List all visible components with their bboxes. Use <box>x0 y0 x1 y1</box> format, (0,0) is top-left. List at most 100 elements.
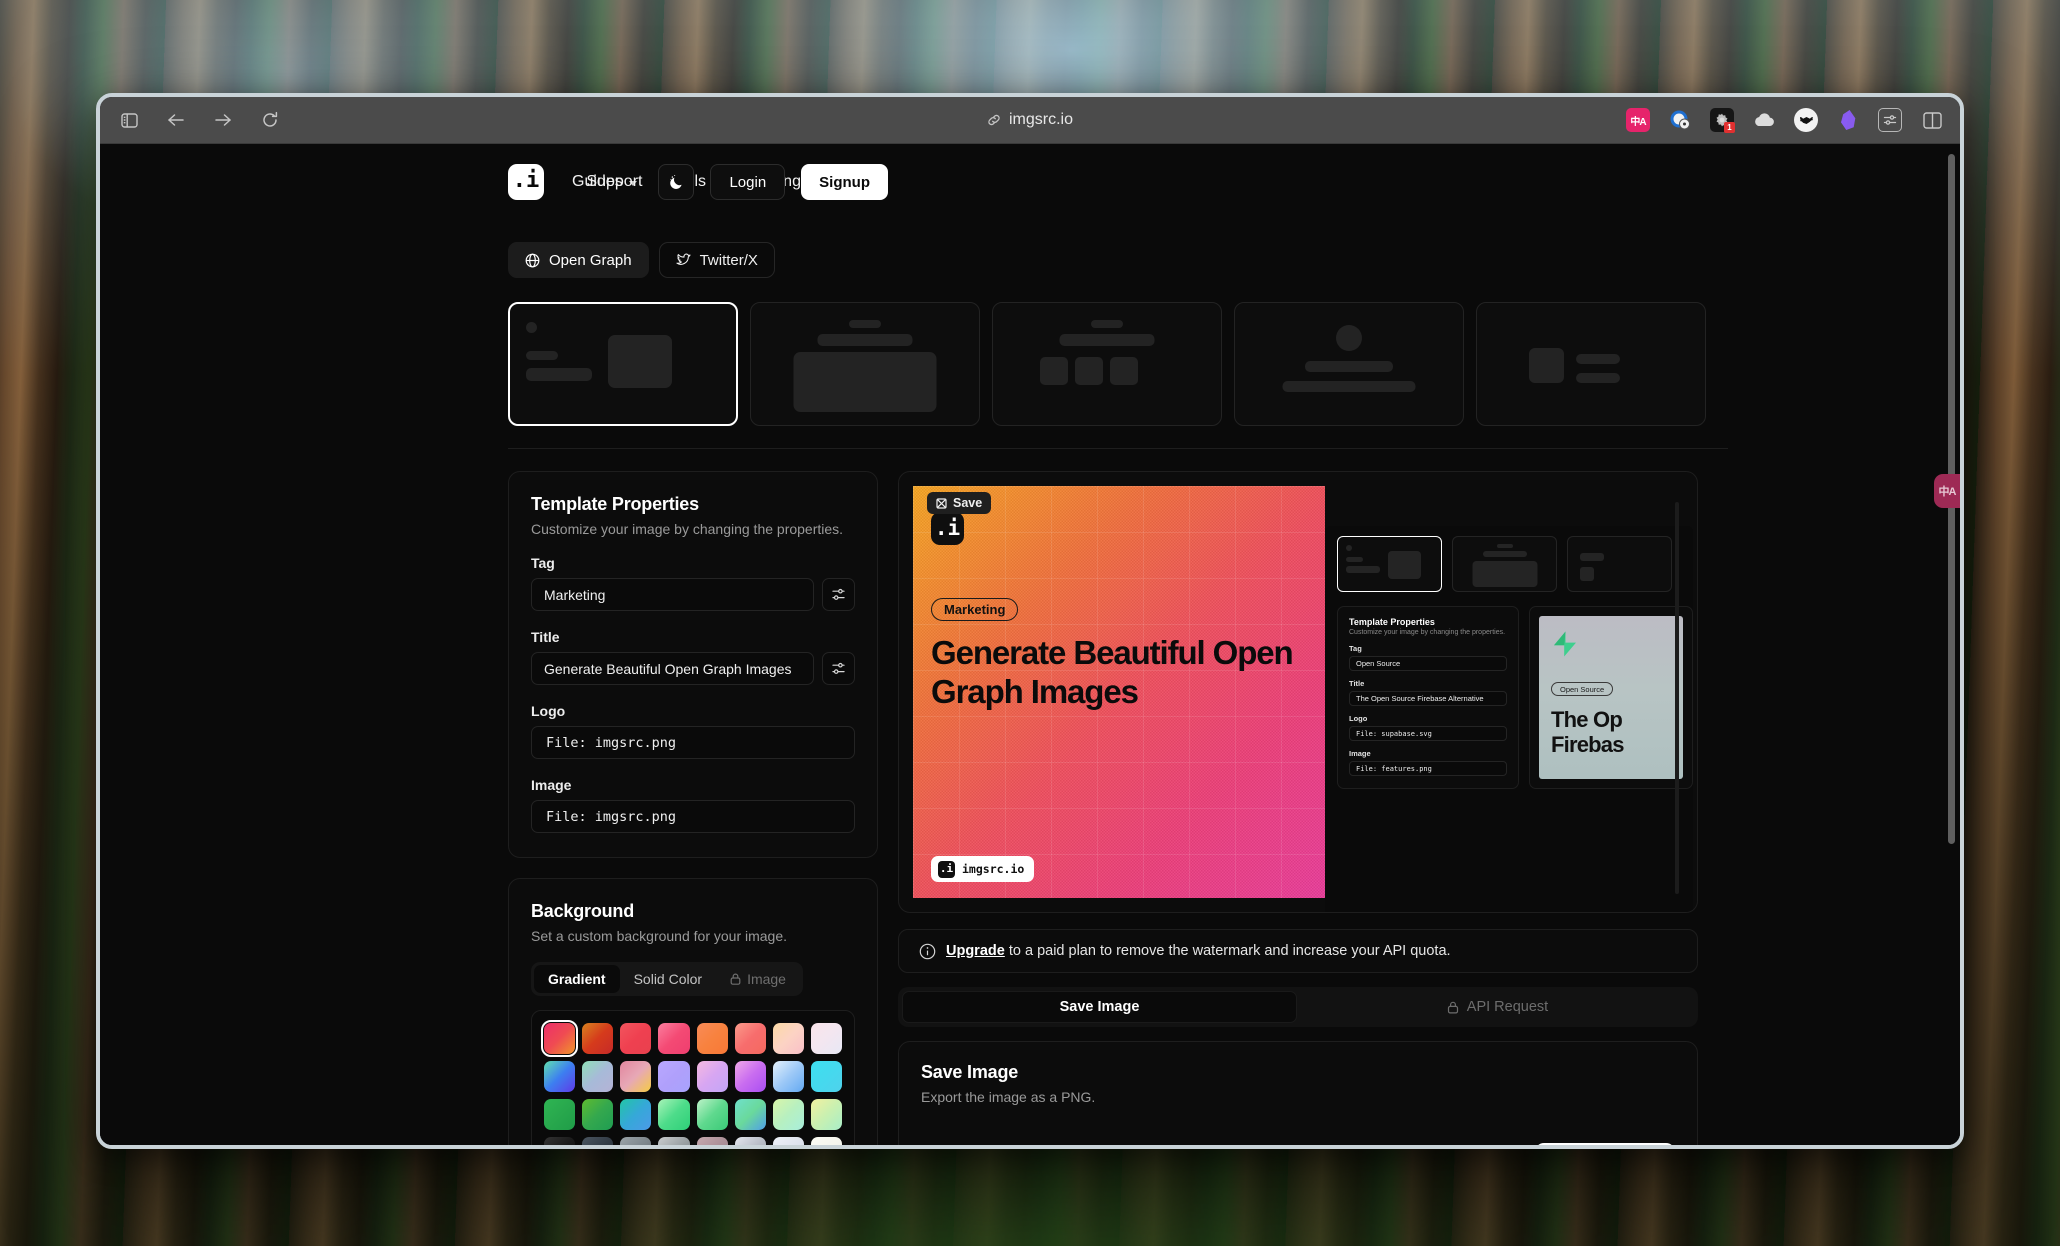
title-settings-icon[interactable] <box>822 652 855 685</box>
sidebar-toggle-icon[interactable] <box>116 107 142 133</box>
editor-layout: Template Properties Customize your image… <box>508 471 1728 1145</box>
sliders-extension-icon[interactable] <box>1878 108 1902 132</box>
login-button[interactable]: Login <box>710 164 786 200</box>
gradient-swatch[interactable] <box>810 1061 842 1093</box>
extension-badge-count: 1 <box>1724 122 1735 133</box>
og-image-preview[interactable]: Save .i Marketing Generate Beautiful Ope… <box>913 486 1325 898</box>
template-thumb-4[interactable] <box>1234 302 1464 426</box>
image-icon <box>936 497 947 509</box>
upgrade-link[interactable]: Upgrade <box>946 943 1005 959</box>
gradient-swatch[interactable] <box>540 1019 579 1058</box>
nested-label-logo: Logo <box>1349 714 1368 723</box>
template-thumb-1[interactable] <box>508 302 738 426</box>
translate-side-tab[interactable]: 中A <box>1934 474 1960 508</box>
nested-label-image: Image <box>1349 749 1371 758</box>
signup-button[interactable]: Signup <box>801 164 888 200</box>
lock-icon <box>730 973 741 985</box>
save-badge[interactable]: Save <box>927 492 992 514</box>
nested-template-thumb-3 <box>1567 536 1672 592</box>
watermark-text: imgsrc.io <box>962 862 1025 876</box>
gradient-swatch[interactable] <box>658 1023 690 1055</box>
gradient-swatch[interactable] <box>810 1137 842 1145</box>
site-logo[interactable]: .i <box>508 164 544 200</box>
supabase-title-line2: Firebas <box>1551 731 1624 757</box>
tab-label: Twitter/X <box>699 251 758 269</box>
page-content: Open Graph Twitter/X Template Properties… <box>100 242 1960 1145</box>
gradient-swatch[interactable] <box>658 1099 690 1131</box>
settings-extension-icon[interactable]: 1 <box>1710 108 1735 133</box>
gradient-swatch[interactable] <box>582 1061 614 1093</box>
gradient-swatch[interactable] <box>544 1137 576 1145</box>
back-icon[interactable] <box>163 107 189 133</box>
gradient-swatch[interactable] <box>734 1099 766 1131</box>
gradient-swatch[interactable] <box>734 1137 766 1145</box>
og-tag-pill: Marketing <box>931 598 1019 621</box>
obsidian-extension-icon[interactable] <box>1836 108 1860 132</box>
upgrade-text: Upgrade to a paid plan to remove the wat… <box>946 943 1451 959</box>
gradient-swatch[interactable] <box>544 1099 576 1131</box>
field-label-image: Image <box>531 777 572 793</box>
save-badge-label: Save <box>953 496 983 510</box>
gradient-swatch[interactable] <box>696 1023 728 1055</box>
gradient-swatch[interactable] <box>582 1099 614 1131</box>
background-subtitle: Set a custom background for your image. <box>531 928 788 944</box>
segment-solid-color[interactable]: Solid Color <box>620 965 716 993</box>
save-image-button[interactable]: Save Image <box>1535 1143 1675 1145</box>
theme-toggle-button[interactable] <box>658 164 695 200</box>
gradient-swatch[interactable] <box>544 1061 576 1093</box>
gradient-swatch[interactable] <box>658 1061 690 1093</box>
logo-file-input[interactable]: File: imgsrc.png <box>531 726 855 759</box>
title-input[interactable]: Generate Beautiful Open Graph Images <box>531 652 814 685</box>
action-tab-api-request[interactable]: API Request <box>1301 991 1694 1023</box>
gradient-swatches <box>540 1019 842 1145</box>
gradient-swatch[interactable] <box>810 1023 842 1055</box>
save-card-title: Save Image <box>921 1062 1019 1082</box>
gradient-swatch[interactable] <box>696 1061 728 1093</box>
gradient-swatch[interactable] <box>810 1099 842 1131</box>
gradient-swatch[interactable] <box>734 1061 766 1093</box>
forward-icon[interactable] <box>210 107 236 133</box>
gradient-swatch[interactable] <box>772 1137 804 1145</box>
gradient-swatch[interactable] <box>696 1137 728 1145</box>
preview-scrollbar[interactable] <box>1675 502 1679 894</box>
bat-extension-icon[interactable] <box>1794 108 1818 132</box>
tab-open-graph[interactable]: Open Graph <box>508 242 649 278</box>
segment-gradient[interactable]: Gradient <box>534 965 620 993</box>
nested-logo-input: File: supabase.svg <box>1349 726 1507 741</box>
supabase-title: The Op Firebas <box>1551 707 1671 757</box>
cloud-extension-icon[interactable] <box>1752 108 1776 132</box>
browser-toolbar: imgsrc.io 中A 1 <box>100 97 1960 144</box>
gradient-swatch[interactable] <box>658 1137 690 1145</box>
browser-window: imgsrc.io 中A 1 .i Guides Support Login S… <box>96 93 1964 1149</box>
og-title-text: Generate Beautiful Open Graph Images <box>931 634 1294 710</box>
gradient-swatch[interactable] <box>620 1023 652 1055</box>
tag-settings-icon[interactable] <box>822 578 855 611</box>
template-thumb-2[interactable] <box>750 302 980 426</box>
support-link[interactable]: Support <box>586 173 642 191</box>
gradient-swatch[interactable] <box>620 1061 652 1093</box>
gradient-swatch[interactable] <box>772 1023 804 1055</box>
gradient-swatch[interactable] <box>772 1099 804 1131</box>
translate-extension-icon[interactable]: 中A <box>1626 108 1650 132</box>
gradient-swatch[interactable] <box>620 1137 652 1145</box>
address-bar[interactable]: imgsrc.io <box>987 111 1073 129</box>
segment-image[interactable]: Image <box>716 965 800 993</box>
background-title: Background <box>531 901 635 921</box>
action-tab-save-image[interactable]: Save Image <box>902 991 1297 1023</box>
clock-extension-icon[interactable] <box>1668 108 1692 132</box>
gradient-swatch[interactable] <box>620 1099 652 1131</box>
gradient-swatch[interactable] <box>772 1061 804 1093</box>
gradient-swatch[interactable] <box>696 1099 728 1131</box>
template-thumb-5[interactable] <box>1476 302 1706 426</box>
gradient-swatch[interactable] <box>582 1023 614 1055</box>
tab-twitter-x[interactable]: Twitter/X <box>658 242 775 278</box>
image-file-input[interactable]: File: imgsrc.png <box>531 800 855 833</box>
gradient-swatch[interactable] <box>734 1023 766 1055</box>
template-thumb-3[interactable] <box>992 302 1222 426</box>
gradient-swatch[interactable] <box>582 1137 614 1145</box>
tab-groups-icon[interactable] <box>1920 108 1944 132</box>
reload-icon[interactable] <box>257 107 283 133</box>
gradient-swatch-panel <box>531 1010 855 1145</box>
tag-input[interactable]: Marketing <box>531 578 814 611</box>
nested-label-title: Title <box>1349 679 1365 688</box>
